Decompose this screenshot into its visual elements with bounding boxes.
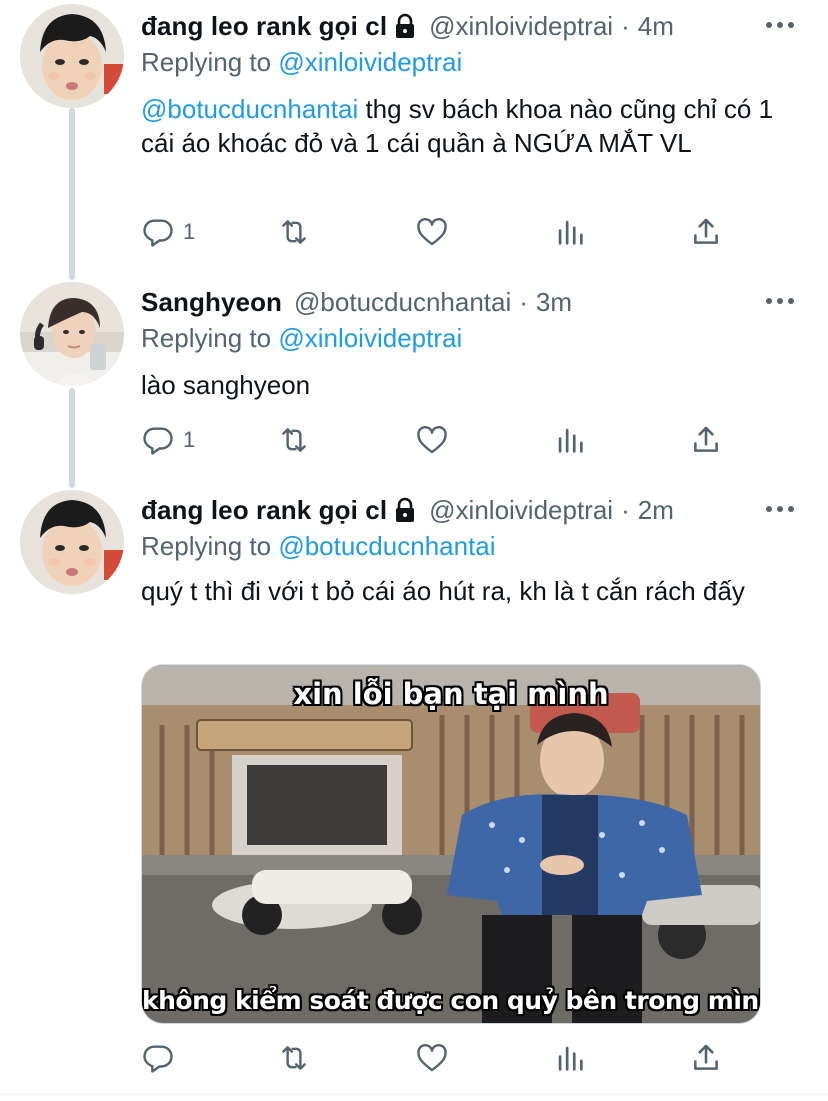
tweet-actions: 1	[141, 212, 721, 252]
lock-icon	[393, 13, 417, 39]
mention-link[interactable]: @botucducnhantai	[141, 94, 358, 124]
timestamp[interactable]: 3m	[536, 287, 572, 318]
reply-button[interactable]: 1	[141, 420, 195, 460]
replying-to-label: Replying to	[141, 323, 279, 353]
retweet-icon	[282, 1046, 306, 1070]
reply-button[interactable]	[141, 1038, 183, 1078]
display-name[interactable]: đang leo rank gọi cl	[141, 495, 387, 526]
replying-to-line: Replying to @botucducnhantai	[141, 528, 808, 564]
reply-count: 1	[183, 219, 196, 244]
more-icon[interactable]	[762, 10, 798, 40]
share-icon	[694, 218, 718, 244]
timestamp[interactable]: 2m	[638, 495, 674, 526]
replying-to-handle[interactable]: @xinloivideptrai	[278, 47, 462, 77]
avatar[interactable]	[20, 4, 124, 108]
user-handle[interactable]: @xinloivideptrai	[429, 495, 613, 526]
analytics-button[interactable]	[553, 1038, 587, 1078]
analytics-icon	[558, 428, 583, 453]
separator-dot: ·	[621, 10, 630, 41]
tweet-header: Sanghyeon @botucducnhantai · 3m	[141, 284, 808, 320]
replying-to-label: Replying to	[141, 47, 279, 77]
reply-icon	[143, 219, 173, 247]
share-button[interactable]	[689, 420, 723, 460]
like-button[interactable]	[415, 420, 449, 460]
more-icon[interactable]	[762, 494, 798, 524]
media-caption-bottom: không kiểm soát được con quỷ bên trong m…	[142, 986, 761, 1015]
tweet-text: quý t thì đi với t bỏ cái áo hút ra, kh …	[141, 576, 745, 606]
tweet[interactable]: Sanghyeon @botucducnhantai · 3m Replying…	[0, 278, 828, 478]
replying-to-handle[interactable]: @botucducnhantai	[278, 531, 495, 561]
retweet-button[interactable]	[277, 420, 311, 460]
like-button[interactable]	[415, 1038, 449, 1078]
replying-to-line: Replying to @xinloivideptrai	[141, 44, 808, 80]
user-handle[interactable]: @xinloivideptrai	[429, 11, 613, 42]
display-name[interactable]: Sanghyeon	[141, 287, 282, 318]
like-button[interactable]	[415, 212, 449, 252]
media-caption-top: xin lỗi bạn tại mình	[293, 677, 609, 711]
retweet-icon	[282, 428, 306, 452]
tweet-header: đang leo rank gọi cl @xinloivideptrai · …	[141, 492, 808, 528]
reply-count: 1	[183, 427, 196, 452]
display-name[interactable]: đang leo rank gọi cl	[141, 11, 387, 42]
reply-button[interactable]: 1	[141, 212, 195, 252]
retweet-button[interactable]	[277, 212, 311, 252]
like-icon	[417, 1044, 447, 1072]
replying-to-handle[interactable]: @xinloivideptrai	[278, 323, 462, 353]
replying-to-label: Replying to	[141, 531, 279, 561]
retweet-icon	[282, 220, 306, 244]
replying-to-line: Replying to @xinloivideptrai	[141, 320, 808, 356]
separator-dot: ·	[519, 286, 528, 317]
tweet[interactable]: đang leo rank gọi cl @xinloivideptrai · …	[0, 0, 828, 270]
more-icon[interactable]	[762, 286, 798, 316]
tweet-actions: 1	[141, 420, 721, 460]
retweet-button[interactable]	[277, 1038, 311, 1078]
like-icon	[417, 218, 447, 246]
tweet-actions	[141, 1038, 721, 1078]
avatar[interactable]	[20, 282, 124, 386]
tweet-text: lào sanghyeon	[141, 370, 311, 400]
reply-icon	[143, 427, 173, 455]
share-icon	[694, 1044, 718, 1070]
avatar[interactable]	[20, 490, 124, 594]
media-scene	[142, 665, 760, 1023]
divider	[0, 1094, 828, 1095]
lock-icon	[393, 497, 417, 523]
timestamp[interactable]: 4m	[638, 11, 674, 42]
analytics-button[interactable]	[553, 420, 587, 460]
tweet-media-image[interactable]: xin lỗi bạn tại mình không kiểm soát đượ…	[141, 664, 761, 1024]
reply-icon	[143, 1045, 173, 1073]
user-handle[interactable]: @botucducnhantai	[294, 287, 511, 318]
analytics-icon	[558, 220, 583, 245]
share-button[interactable]	[689, 212, 723, 252]
tweet-header: đang leo rank gọi cl @xinloivideptrai · …	[141, 8, 808, 44]
analytics-button[interactable]	[553, 212, 587, 252]
share-icon	[694, 426, 718, 452]
share-button[interactable]	[689, 1038, 723, 1078]
analytics-icon	[558, 1046, 583, 1071]
like-icon	[417, 426, 447, 454]
separator-dot: ·	[621, 494, 630, 525]
tweet-text: @botucducnhantai thg sv bách khoa nào cũ…	[141, 92, 808, 160]
